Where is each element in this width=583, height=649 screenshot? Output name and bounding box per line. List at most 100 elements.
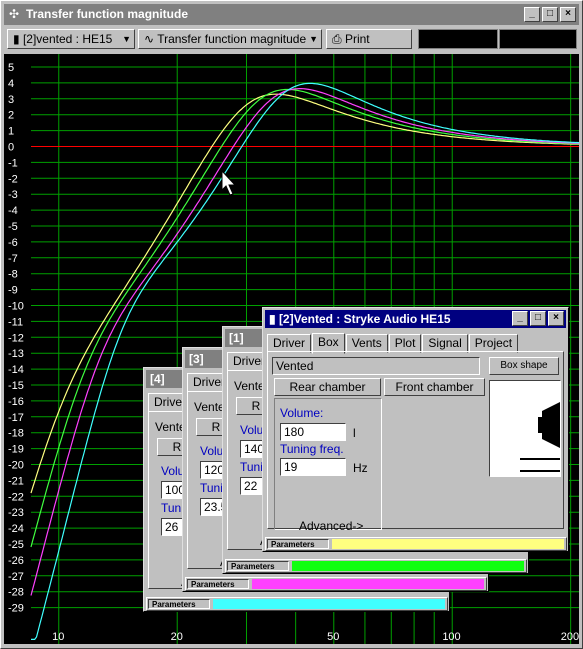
box-selector[interactable]: ▮ [2]vented : HE15 ▼ [7, 29, 135, 49]
box-shape-preview [489, 380, 561, 477]
y-tick-label: -9 [8, 285, 18, 297]
y-tick-label: -11 [8, 316, 23, 328]
y-tick-label: 2 [8, 110, 14, 122]
y-tick-label: -24 [8, 523, 24, 535]
panel-title[interactable]: ▮ [2]Vented : Stryke Audio HE15 _ □ × [265, 310, 566, 328]
x-axis-labels: 10 20 50 100 200 [52, 631, 579, 643]
box-panel-2: ▮ [2]Vented : Stryke Audio HE15 _ □ × Driv… [262, 307, 569, 552]
advanced-link[interactable]: Advanced-> [299, 519, 363, 533]
y-tick-label: -23 [8, 507, 24, 519]
curve-color-swatch [213, 599, 445, 609]
parameters-bar: Parameters [225, 559, 527, 573]
readout-field-1 [418, 29, 498, 49]
view-selector[interactable]: ∿ Transfer function magnitude ▼ [138, 29, 322, 49]
parameters-label: Parameters [148, 599, 210, 609]
box-tab-content: Vented Box shape Rear chamber Front cham… [267, 351, 564, 533]
toolbar: ▮ [2]vented : HE15 ▼ ∿ Transfer function… [4, 28, 579, 53]
box-icon: ▮ [13, 32, 20, 46]
y-tick-label: -3 [8, 189, 18, 201]
panel-title-text: [2]Vented : Stryke Audio HE15 [278, 312, 451, 326]
curve-color-swatch [332, 539, 564, 549]
rear-chamber-button[interactable]: Rear chamber [274, 378, 381, 396]
box-type-field: Vented [272, 357, 480, 375]
y-tick-label: -15 [8, 380, 24, 392]
tuning-input[interactable]: 19 [280, 458, 346, 476]
y-tick-label: -5 [8, 221, 18, 233]
y-tick-label: 1 [8, 126, 14, 138]
box-type-label: Vente [194, 400, 225, 414]
y-tick-label: -12 [8, 332, 24, 344]
parameters-label: Parameters [227, 561, 289, 571]
minimize-button[interactable]: _ [512, 311, 528, 326]
parameters-label: Parameters [187, 579, 249, 589]
y-tick-label: -8 [8, 269, 18, 281]
app-icon: ✣ [9, 7, 20, 21]
curve-color-swatch [292, 561, 524, 571]
readout-field-2 [499, 29, 577, 49]
y-tick-label: -19 [8, 444, 24, 456]
rear-chamber-group: Volume: 180 l Tuning freq. 19 Hz Advance… [274, 398, 382, 533]
y-tick-label: -21 [8, 475, 24, 487]
volume-label: Volume: [280, 406, 324, 420]
x-tick-label: 10 [52, 631, 64, 643]
y-tick-label: -20 [8, 460, 24, 472]
y-tick-label: 4 [8, 78, 14, 90]
view-selector-label: Transfer function magnitude [157, 32, 307, 46]
parameters-bar: Parameters [146, 597, 448, 611]
volume-input[interactable]: 180 [280, 423, 346, 441]
y-tick-label: -14 [8, 364, 24, 376]
y-tick-label: -29 [8, 603, 24, 615]
close-button[interactable]: × [560, 7, 576, 22]
y-tick-label: -2 [8, 173, 18, 185]
y-tick-label: -6 [8, 237, 18, 249]
tuning-unit: Hz [353, 461, 368, 475]
y-tick-label: -25 [8, 539, 24, 551]
panel-icon: ▮ [269, 312, 279, 326]
front-chamber-button[interactable]: Front chamber [384, 378, 485, 396]
y-tick-label: -27 [8, 571, 24, 583]
y-tick-label: -22 [8, 491, 24, 503]
maximize-button[interactable]: □ [542, 7, 558, 22]
x-tick-label: 200 [561, 631, 579, 643]
y-axis-labels: 5 4 3 2 1 0 -1 -2 -3 -4 -5 -6 -7 -8 -9 -10 -11 -12 -13 -14 -… [8, 62, 24, 615]
y-tick-label: -18 [8, 428, 24, 440]
y-tick-label: -17 [8, 412, 24, 424]
parameters-bar: Parameters [185, 577, 487, 591]
volume-label: Volu [200, 444, 224, 458]
y-tick-label: -16 [8, 396, 24, 408]
y-tick-label: -13 [8, 348, 24, 360]
y-tick-label: -26 [8, 555, 24, 567]
curve-icon: ∿ [144, 32, 155, 46]
window-title: Transfer function magnitude [26, 7, 189, 21]
chevron-down-icon: ▼ [309, 34, 318, 44]
tuning-label: Tuning freq. [280, 442, 344, 456]
volume-label: Volu [240, 423, 264, 437]
y-tick-label: 0 [8, 142, 14, 154]
y-tick-label: -1 [8, 157, 18, 169]
x-tick-label: 20 [171, 631, 183, 643]
chevron-down-icon: ▼ [122, 34, 131, 44]
close-button[interactable]: × [548, 311, 564, 326]
y-tick-label: -7 [8, 253, 18, 265]
print-label: Print [344, 32, 370, 46]
mouse-cursor [221, 169, 237, 196]
speaker-icon [520, 402, 560, 472]
minimize-button[interactable]: _ [524, 7, 540, 22]
volume-unit: l [353, 426, 356, 440]
y-tick-label: 3 [8, 94, 14, 106]
y-tick-label: -10 [8, 301, 24, 313]
y-tick-label: 5 [8, 62, 14, 74]
maximize-button[interactable]: □ [530, 311, 546, 326]
box-type-label: Vente [234, 379, 265, 393]
parameters-label: Parameters [267, 539, 329, 549]
transfer-function-window: ✣ Transfer function magnitude _ □ × ▮ [2]v… [0, 0, 583, 649]
curve-color-swatch [252, 579, 484, 589]
x-tick-label: 50 [327, 631, 339, 643]
volume-label: Volu [161, 464, 185, 478]
window-titlebar[interactable]: ✣ Transfer function magnitude _ □ × [4, 4, 579, 25]
print-button[interactable]: ⎙ Print [326, 29, 412, 49]
box-shape-button[interactable]: Box shape [489, 357, 559, 375]
y-tick-label: -28 [8, 587, 24, 599]
x-tick-label: 100 [442, 631, 460, 643]
printer-icon: ⎙ [332, 32, 342, 46]
